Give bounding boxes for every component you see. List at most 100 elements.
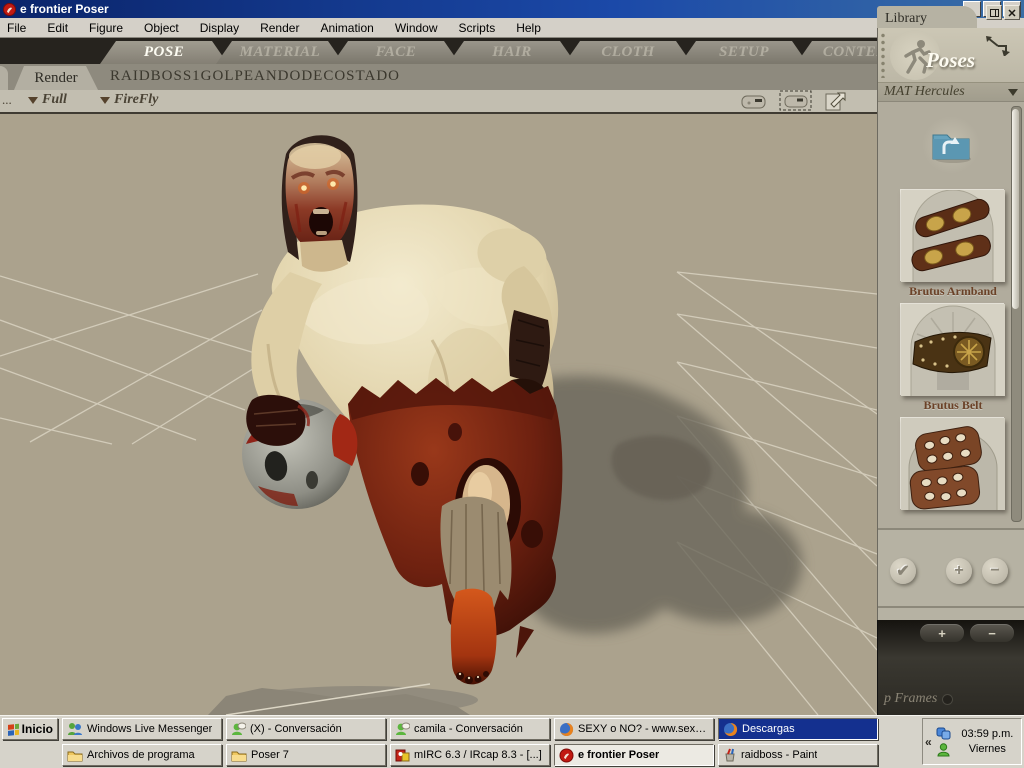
task-conversacion-x[interactable]: (X) - Conversación [226,718,386,740]
library-panel: Library Poses MAT Hercules Brutus Armban… [877,2,1024,622]
library-item[interactable]: Brutus Armband [894,189,1012,299]
close-icon [1008,8,1016,17]
area-render-icon[interactable] [779,90,813,112]
poser-workspace: POSE MATERIAL FACE HAIR CLOTH SETUP CONT… [0,38,1024,716]
category-title: Poses [926,48,975,72]
library-close-button[interactable] [1004,5,1020,20]
frames-label-row: p Frames [884,691,953,707]
task-archivos-de-programa[interactable]: Archivos de programa [62,744,222,766]
library-layout-button[interactable] [986,5,1002,20]
poser-logo-icon [3,2,16,16]
paint-icon [725,748,735,762]
library-item[interactable]: Brutus Belt [894,304,1012,413]
task-mirc[interactable]: mIRC 6.3 / IRcap 8.3 - [...] [390,744,550,766]
renderer-dropdown[interactable]: FireFly [100,92,158,108]
up-folder-button[interactable] [922,116,980,174]
folder-icon [67,751,83,761]
task-conversacion-camila[interactable]: camila - Conversación [390,718,550,740]
tray-messenger-icon[interactable] [936,727,951,740]
taskbar: Inicio Windows Live Messenger (X) - Conv… [0,715,1024,768]
document-title: RAIDBOSS1GOLPEANDODECOSTADO [110,68,400,84]
add-to-library-button[interactable]: + [946,558,972,584]
task-label: SEXY o NO? - www.sexy... [578,723,709,735]
chevron-down-icon [100,96,110,104]
start-label: Inicio [21,722,53,736]
library-tab-row: Library [877,2,1024,28]
library-folder-dropdown[interactable]: MAT Hercules [878,83,1024,102]
grip-dots-icon [880,32,886,78]
menu-item-render[interactable]: Render [260,21,299,35]
ground-grid-left [0,273,265,445]
menu-item-scripts[interactable]: Scripts [459,21,496,35]
camera-dropdown[interactable]: Full [28,92,67,108]
frames-label: p Frames [884,691,938,706]
zombie-figure[interactable] [242,135,563,685]
task-descargas[interactable]: Descargas [718,718,878,740]
task-label: Descargas [742,723,795,735]
folder-up-icon [932,134,971,163]
room-tab-setup[interactable]: SETUP [680,41,808,64]
start-button[interactable]: Inicio [2,718,58,740]
menu-item-object[interactable]: Object [144,21,179,35]
swap-arrows-icon[interactable] [984,34,1010,56]
scrollbar-thumb[interactable] [1012,109,1019,309]
export-render-icon[interactable] [823,90,847,112]
remove-from-library-button[interactable]: − [982,558,1008,584]
tray-time: 03:59 p.m. [961,727,1014,740]
task-raidboss-paint[interactable]: raidboss - Paint [718,744,878,766]
task-label: camila - Conversación [414,723,523,735]
menu-item-file[interactable]: File [7,21,26,35]
room-tab-hair[interactable]: HAIR [448,41,576,64]
render-tab[interactable]: Render [14,66,98,90]
windows-flag-icon [8,723,19,736]
current-folder-label: MAT Hercules [884,84,965,99]
room-tab-pose[interactable]: POSE [100,41,228,64]
firefox-icon [560,722,574,736]
folder-icon [231,751,247,761]
viewport-canvas[interactable] [0,114,878,716]
render-camera-icon[interactable] [739,91,769,111]
firefox-icon [724,722,738,736]
frames-indicator-dot[interactable] [943,694,953,704]
armband-thumbnail [901,189,1005,282]
desktop: e frontier Poser × File Edit Figure Obje… [0,0,1024,768]
menu-item-edit[interactable]: Edit [47,21,68,35]
menu-item-animation[interactable]: Animation [320,21,373,35]
msn-buddy-icon [396,722,410,735]
room-tab-cloth[interactable]: CLOTH [564,41,692,64]
minus-icon: − [990,562,1000,579]
task-poser-7-folder[interactable]: Poser 7 [226,744,386,766]
menu-item-figure[interactable]: Figure [89,21,123,35]
preview-viewport [0,112,878,716]
add-frame-button[interactable]: + [920,624,964,642]
bracer-thumbnail [901,418,1005,510]
room-tab-material[interactable]: MATERIAL [216,41,344,64]
room-tab-strip: POSE MATERIAL FACE HAIR CLOTH SETUP CONT… [0,38,1024,64]
tray-msn-buddy-icon[interactable] [937,742,950,757]
menu-item-help[interactable]: Help [516,21,541,35]
library-item-label: Brutus Belt [923,398,983,412]
library-scrollbar[interactable] [1011,106,1022,522]
library-tab[interactable]: Library [877,6,977,28]
menu-item-display[interactable]: Display [200,21,239,35]
task-windows-live-messenger[interactable]: Windows Live Messenger [62,718,222,740]
task-e-frontier-poser[interactable]: e frontier Poser [554,744,714,766]
menu-item-window[interactable]: Window [395,21,438,35]
apply-check-button[interactable]: ✔ [890,558,916,584]
library-category-header[interactable]: Poses [878,28,1024,83]
tray-chevron[interactable]: « [923,735,934,749]
renderer-dropdown-label: FireFly [114,92,159,107]
chevron-down-icon [28,96,38,104]
system-tray: « 03:59 p.m. Viernes [922,718,1022,765]
remove-frame-button[interactable]: − [970,624,1014,642]
menu-bar: File Edit Figure Object Display Render A… [0,18,1024,38]
animation-controls-corner: + − p Frames [877,620,1024,715]
toolbar-overflow[interactable]: ... [2,92,12,108]
panel-layout-icon [989,8,999,17]
belt-thumbnail [901,304,1005,396]
task-firefox-page[interactable]: SEXY o NO? - www.sexy... [554,718,714,740]
library-item[interactable] [894,418,1012,510]
tray-clock[interactable]: 03:59 p.m. Viernes [954,727,1021,757]
room-tab-face[interactable]: FACE [332,41,460,64]
task-label: mIRC 6.3 / IRcap 8.3 - [...] [414,749,542,761]
